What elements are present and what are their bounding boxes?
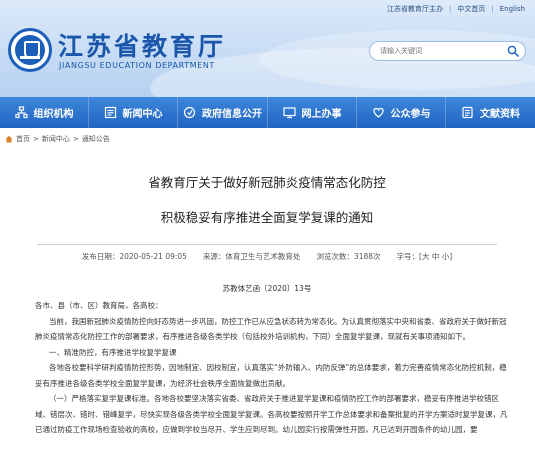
view-count: 浏览次数：3188次 xyxy=(316,252,381,261)
article-paragraph: 各地各校要科学研判疫情防控形势，因地制宜、因校制宜，认真落实“外防输入、内防反弹… xyxy=(35,363,507,388)
breadcrumb-separator: > xyxy=(33,135,39,143)
site-header: 江苏省教育厅主办 | 中文首页 | English 江苏省教育厅 JIANGSU… xyxy=(0,0,535,97)
nav-item-news[interactable]: 新闻中心 xyxy=(89,97,178,128)
link-separator: | xyxy=(449,5,452,13)
chinese-home-link[interactable]: 中文首页 xyxy=(457,4,485,14)
breadcrumb-notice[interactable]: 通知公告 xyxy=(82,134,110,144)
sponsor-link[interactable]: 江苏省教育厅主办 xyxy=(387,4,443,14)
english-link[interactable]: English xyxy=(500,5,525,13)
salutation: 各市、县（市、区）教育局，各高校： xyxy=(35,301,163,310)
article-title-line1: 省教育厅关于做好新冠肺炎疫情常态化防控 xyxy=(148,175,386,190)
online-service-icon xyxy=(282,107,296,119)
breadcrumb-separator: > xyxy=(72,135,79,143)
nav-item-online-service[interactable]: 网上办事 xyxy=(268,97,357,128)
article: 省教育厅关于做好新冠肺炎疫情常态化防控 积极稳妥有序推进全面复学复课的通知 发布… xyxy=(35,160,508,438)
section-heading: 一、精准防控，有序推进学校复学复课 xyxy=(49,347,177,357)
home-icon xyxy=(5,135,13,143)
nav-label: 政府信息公开 xyxy=(202,109,262,120)
nav-label: 新闻中心 xyxy=(122,109,163,120)
info-icon xyxy=(183,106,196,119)
search-box xyxy=(369,41,526,61)
article-paragraph: （一）严格落实复学复课标准。各地各校要坚决落实省委、省政府关于推进复学复课和疫情… xyxy=(35,394,508,434)
nav-item-gov-info[interactable]: 政府信息公开 xyxy=(178,97,268,128)
breadcrumb-home[interactable]: 首页 xyxy=(16,134,30,144)
breadcrumb-news-center[interactable]: 新闻中心 xyxy=(42,134,70,144)
document-icon xyxy=(462,106,473,119)
nav-item-documents[interactable]: 文献资料 xyxy=(446,97,535,128)
nav-label: 公众参与 xyxy=(390,109,431,120)
site-title: 江苏省教育厅 xyxy=(58,32,227,61)
breadcrumb: 首页 > 新闻中心 > 通知公告 xyxy=(5,134,110,144)
top-links: 江苏省教育厅主办 | 中文首页 | English xyxy=(387,4,525,14)
nav-item-public[interactable]: 公众参与 xyxy=(357,97,446,128)
site-subtitle: JIANGSU EDUCATION DEPARTMENT xyxy=(59,61,215,70)
nav-label: 组织机构 xyxy=(33,109,74,120)
site-logo[interactable] xyxy=(8,28,52,72)
article-paragraph: 当前，我国新冠肺炎疫情防控向好态势进一步巩固，防控工作已从应急状态转为常态化。为… xyxy=(35,316,507,342)
search-icon[interactable] xyxy=(507,45,519,57)
nav-item-org[interactable]: 组织机构 xyxy=(0,97,89,128)
news-icon xyxy=(104,106,116,119)
link-separator: | xyxy=(491,5,494,13)
font-size-switch[interactable]: 字号：[大 中 小] xyxy=(397,251,453,262)
publish-time: 发布日期：2020-05-21 09:05 xyxy=(81,252,187,261)
heart-icon xyxy=(372,107,384,118)
emblem-icon xyxy=(15,35,45,65)
article-meta: 发布日期：2020-05-21 09:05 来源：体育卫生与艺术教育处 浏览次数… xyxy=(37,244,497,262)
article-source: 来源：体育卫生与艺术教育处 xyxy=(202,252,301,261)
nav-label: 文献资料 xyxy=(480,109,520,120)
article-title-line2: 积极稳妥有序推进全面复学复课的通知 xyxy=(160,210,374,225)
document-number: 苏教体艺函〔2020〕13号 xyxy=(222,284,312,293)
main-nav: 组织机构 新闻中心 政府信息公开 网上办事 公众参与 文献资料 xyxy=(0,97,535,128)
nav-label: 网上办事 xyxy=(301,109,342,120)
org-icon xyxy=(14,106,28,119)
search-input[interactable] xyxy=(380,47,500,55)
